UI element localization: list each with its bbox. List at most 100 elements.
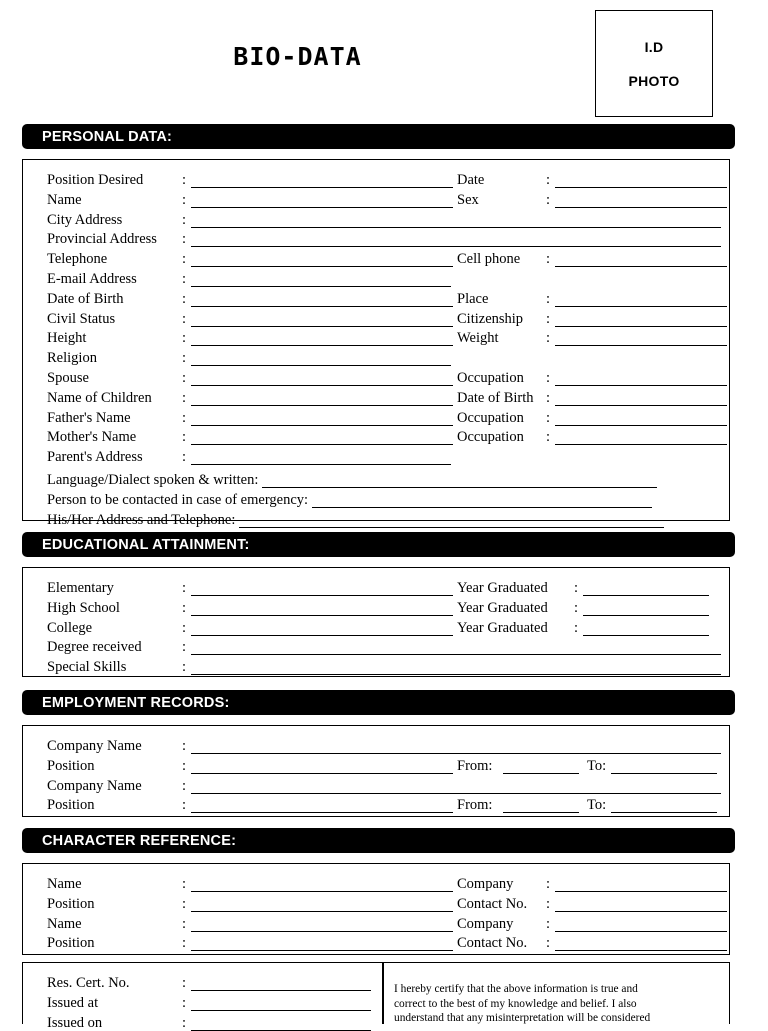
input-line[interactable]: [191, 430, 453, 446]
form-row: Date of Birth: Place:: [47, 287, 727, 307]
field-label-left: Position: [47, 895, 95, 912]
input-line[interactable]: [191, 411, 453, 426]
input-line[interactable]: [583, 581, 709, 596]
input-line[interactable]: [239, 513, 665, 528]
input-line[interactable]: [191, 621, 453, 636]
field-label-wide: Language/Dialect spoken & written:: [47, 472, 259, 488]
field-label-right: Contact No.: [457, 895, 528, 912]
colon-separator: :: [181, 757, 187, 774]
input-line[interactable]: [611, 798, 717, 814]
input-line[interactable]: [191, 213, 721, 228]
input-line[interactable]: [191, 660, 721, 676]
colon-separator: :: [545, 370, 551, 386]
field-label-left: Father's Name: [47, 409, 131, 426]
field-label-left: Parent's Address: [47, 449, 143, 466]
input-line[interactable]: [191, 252, 453, 268]
form-row-wide: Language/Dialect spoken & written:: [47, 468, 658, 488]
field-label-wide: His/Her Address and Telephone:: [47, 511, 236, 528]
certification-line-2: correct to the best of my knowledge and …: [394, 997, 637, 1010]
field-label-from: From:: [457, 757, 493, 774]
input-line[interactable]: [555, 371, 727, 386]
input-line[interactable]: [191, 371, 453, 386]
input-line[interactable]: [191, 759, 453, 774]
input-line[interactable]: [191, 640, 721, 656]
form-row: City Address:: [47, 208, 721, 228]
input-line[interactable]: [191, 232, 721, 248]
input-line[interactable]: [555, 391, 727, 406]
input-line[interactable]: [555, 173, 727, 188]
input-line[interactable]: [555, 193, 727, 208]
input-line[interactable]: [191, 312, 453, 327]
input-line[interactable]: [555, 331, 727, 347]
input-line[interactable]: [555, 411, 727, 426]
field-label-right: Company: [457, 876, 514, 892]
input-line[interactable]: [191, 798, 453, 814]
input-line[interactable]: [191, 391, 453, 406]
input-line[interactable]: [555, 292, 727, 307]
input-line[interactable]: [191, 331, 453, 347]
input-line[interactable]: [191, 996, 371, 1011]
field-label-left: Date of Birth: [47, 290, 124, 307]
input-line[interactable]: [555, 252, 727, 268]
input-line[interactable]: [191, 877, 453, 892]
colon-separator: :: [181, 1014, 187, 1031]
input-line[interactable]: [191, 581, 453, 596]
colon-separator: :: [181, 975, 187, 991]
form-row: Spouse: Occupation:: [47, 366, 727, 386]
input-line[interactable]: [555, 430, 727, 446]
input-line[interactable]: [191, 351, 451, 367]
colon-separator: :: [545, 915, 551, 932]
input-line[interactable]: [191, 292, 453, 307]
field-label-right: Company: [457, 915, 514, 932]
field-label-left: Company Name: [47, 738, 142, 754]
input-line[interactable]: [503, 759, 579, 774]
input-line[interactable]: [191, 976, 371, 991]
field-label-left: Company Name: [47, 777, 142, 794]
section-header-educational-attainment: EDUCATIONAL ATTAINMENT:: [22, 532, 735, 557]
form-row: Position Desired: Date:: [47, 168, 727, 188]
input-line[interactable]: [191, 272, 451, 287]
input-line[interactable]: [555, 897, 727, 912]
form-row: Telephone: Cell phone:: [47, 247, 727, 268]
form-row: Religion:: [47, 346, 451, 367]
input-line[interactable]: [555, 936, 727, 952]
input-line[interactable]: [191, 1016, 371, 1031]
id-photo-line2: PHOTO: [628, 72, 680, 89]
input-line[interactable]: [191, 779, 721, 794]
input-line[interactable]: [191, 897, 453, 912]
form-row: Position: From: To:: [47, 754, 717, 774]
section-header-personal-data: PERSONAL DATA:: [22, 124, 735, 149]
panel-character-reference: Name: Company: Position: Contact No.: Name: C…: [22, 863, 730, 955]
input-line[interactable]: [312, 493, 653, 508]
input-line[interactable]: [262, 473, 658, 488]
input-line[interactable]: [191, 739, 721, 754]
field-label-right: Occupation: [457, 370, 524, 386]
input-line[interactable]: [611, 759, 717, 774]
field-label-right: Date: [457, 172, 485, 188]
input-line[interactable]: [191, 917, 453, 932]
field-label-left: Position: [47, 797, 95, 814]
form-row: Special Skills:: [47, 655, 721, 676]
colon-separator: :: [545, 429, 551, 446]
form-row: Degree received:: [47, 635, 721, 656]
form-row: Position: Contact No.:: [47, 892, 727, 912]
colon-separator: :: [181, 350, 187, 367]
input-line[interactable]: [503, 798, 579, 814]
input-line[interactable]: [191, 601, 453, 616]
field-label-wide: Person to be contacted in case of emerge…: [47, 491, 309, 508]
field-label-left: Special Skills: [47, 659, 127, 676]
input-line[interactable]: [583, 621, 709, 636]
input-line[interactable]: [191, 936, 453, 952]
input-line[interactable]: [191, 173, 453, 188]
section-header-character-reference: CHARACTER REFERENCE:: [22, 828, 735, 853]
input-line[interactable]: [583, 601, 709, 616]
input-line[interactable]: [555, 312, 727, 327]
certification-line-1: I hereby certify that the above informat…: [394, 983, 638, 995]
field-label-left: Position: [47, 757, 95, 774]
field-label-left: Provincial Address: [47, 231, 157, 248]
colon-separator: :: [181, 310, 187, 327]
input-line[interactable]: [191, 450, 451, 466]
input-line[interactable]: [555, 917, 727, 932]
input-line[interactable]: [191, 193, 453, 208]
input-line[interactable]: [555, 877, 727, 892]
